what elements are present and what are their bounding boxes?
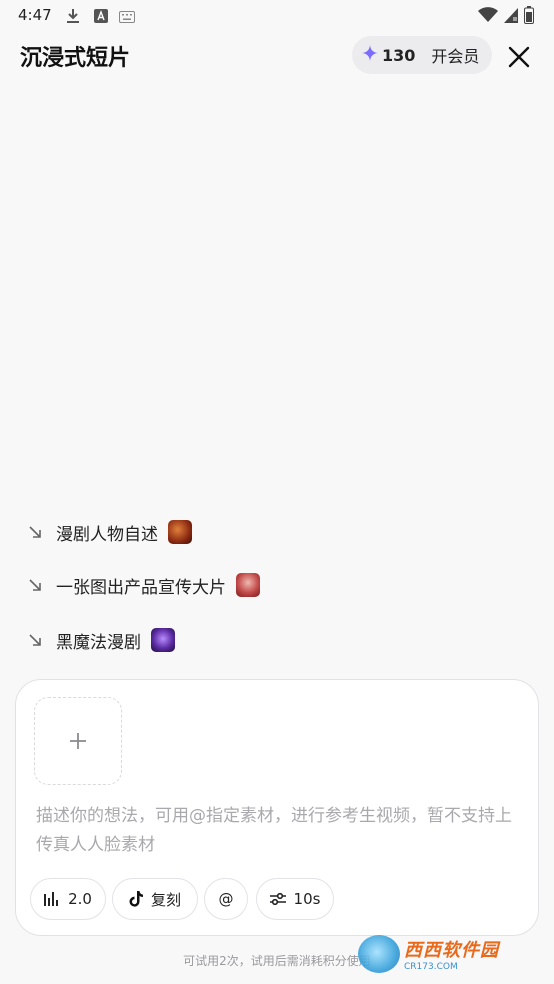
vip-button-label[interactable]: 开会员: [431, 43, 479, 67]
prompt-input[interactable]: 描述你的想法，可用@指定素材，进行参考生视频，暂不支持上传真人人脸素材: [36, 802, 520, 860]
credits-vip-pill[interactable]: 130 开会员: [352, 36, 492, 74]
credits-count: 130: [382, 45, 416, 65]
battery-icon: [524, 6, 534, 28]
font-app-icon: [94, 8, 108, 27]
watermark-main-text: 西西软件园: [404, 940, 499, 961]
close-button[interactable]: [504, 42, 534, 72]
suggestion-thumbnail: [236, 573, 260, 597]
watermark-sub-text: CR173.COM: [404, 962, 458, 972]
model-version-chip[interactable]: 2.0: [30, 878, 106, 920]
page-title: 沉浸式短片: [20, 46, 131, 71]
bars-icon: [44, 892, 59, 906]
settings-duration-chip[interactable]: 10s: [256, 878, 334, 920]
remake-label: 复刻: [150, 890, 181, 909]
arrow-down-right-icon: [29, 526, 41, 538]
suggestion-label: 漫剧人物自述: [56, 524, 158, 545]
prompt-composer: 描述你的想法，可用@指定素材，进行参考生视频，暂不支持上传真人人脸素材 2.0 …: [15, 679, 539, 936]
mention-label: @: [218, 890, 234, 908]
watermark: 西西软件园 CR173.COM: [358, 932, 534, 976]
keyboard-icon: [119, 8, 135, 27]
download-icon: [66, 8, 80, 28]
signal-icon: [504, 7, 518, 27]
status-bar: 4:47: [0, 0, 554, 30]
add-media-button[interactable]: [34, 697, 122, 785]
mention-chip[interactable]: @: [204, 878, 248, 920]
remake-chip[interactable]: 复刻: [112, 878, 198, 920]
model-version-label: 2.0: [68, 890, 92, 908]
plus-icon: [70, 733, 86, 749]
suggestion-label: 一张图出产品宣传大片: [56, 577, 226, 598]
arrow-down-right-icon: [29, 579, 41, 591]
close-icon: [508, 46, 530, 68]
wifi-icon: [478, 7, 498, 27]
watermark-logo-icon: [358, 935, 400, 973]
tiktok-icon: [129, 891, 143, 907]
sliders-icon: [269, 892, 286, 906]
suggestion-item[interactable]: 漫剧人物自述: [28, 516, 192, 548]
arrow-down-right-icon: [29, 634, 41, 646]
status-time: 4:47: [18, 6, 52, 24]
suggestion-thumbnail: [168, 520, 192, 544]
suggestion-label: 黑魔法漫剧: [56, 632, 141, 653]
suggestion-item[interactable]: 一张图出产品宣传大片: [28, 569, 260, 601]
suggestion-item[interactable]: 黑魔法漫剧: [28, 624, 175, 656]
top-bar: 沉浸式短片 130 开会员: [0, 36, 554, 78]
suggestion-thumbnail: [151, 628, 175, 652]
duration-label: 10s: [293, 890, 321, 908]
sparkle-icon: [362, 45, 378, 65]
